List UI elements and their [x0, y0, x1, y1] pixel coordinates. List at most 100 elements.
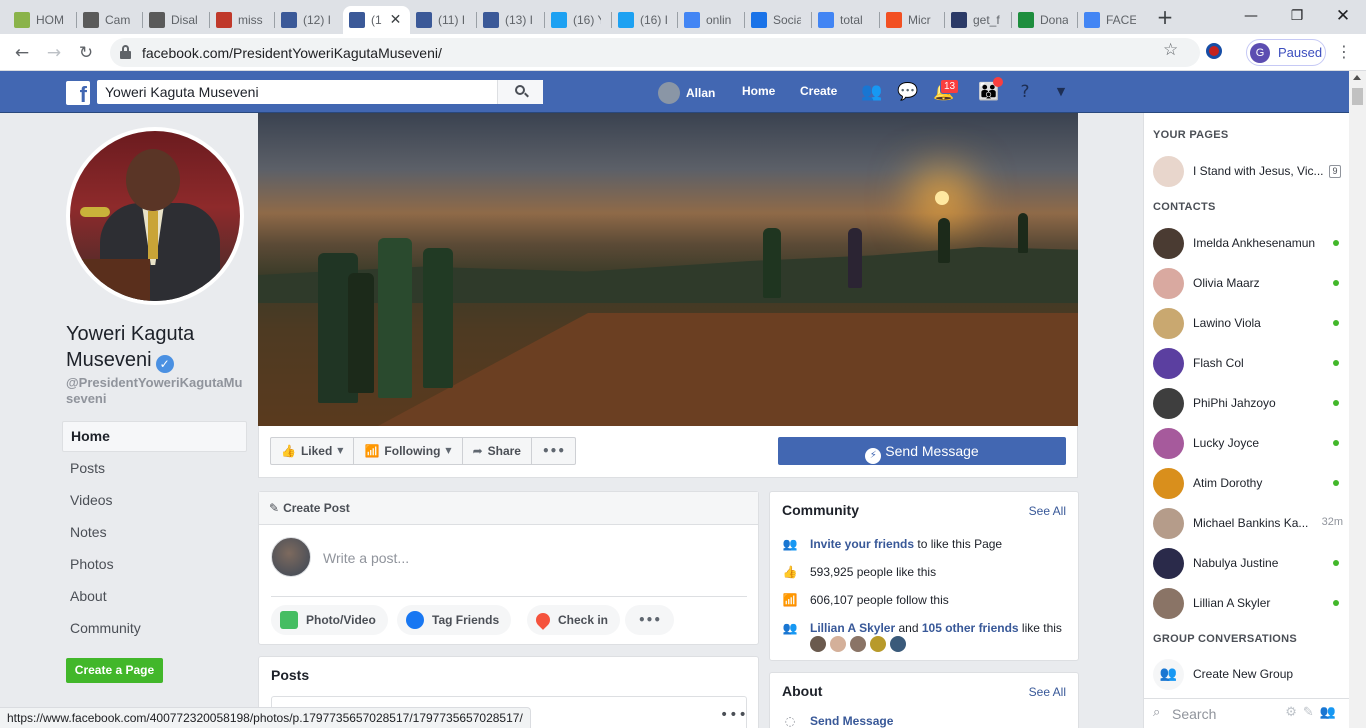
page-scrollbar[interactable]	[1349, 71, 1366, 728]
browser-tab[interactable]: Socia	[745, 6, 807, 34]
close-window-button[interactable]: ✕	[1320, 4, 1366, 28]
browser-tab[interactable]: FACE	[1078, 6, 1142, 34]
browser-tab[interactable]: Disal	[143, 6, 205, 34]
maximize-button[interactable]: ❐	[1274, 4, 1320, 28]
page-title[interactable]: Yoweri Kaguta Museveni ✓	[66, 321, 246, 373]
forward-button[interactable]: →	[43, 42, 65, 64]
share-button[interactable]: ➦ Share	[463, 438, 532, 464]
browser-tab[interactable]: (1 ✕	[343, 6, 410, 34]
friend-requests-icon[interactable]: 👥	[861, 82, 883, 102]
contact-item[interactable]: Olivia Maarz	[1153, 266, 1343, 300]
page-nav-photos[interactable]: Photos	[62, 548, 247, 580]
community-see-all[interactable]: See All	[1029, 504, 1066, 518]
browser-tab[interactable]: get_f	[945, 6, 1007, 34]
following-button[interactable]: 📶 Following ▼	[354, 438, 463, 464]
contact-item[interactable]: PhiPhi Jahzoyo	[1153, 386, 1343, 420]
page-nav-posts[interactable]: Posts	[62, 452, 247, 484]
photo-video-button[interactable]: Photo/Video	[271, 605, 388, 635]
post-options-icon[interactable]: •••	[720, 707, 748, 723]
chrome-menu-icon[interactable]: ⋮	[1336, 42, 1352, 61]
chat-search[interactable]: ⌕ Search ⚙✎👥	[1144, 698, 1350, 728]
community-heading: Community	[782, 502, 859, 518]
friend-avatar[interactable]	[890, 636, 906, 652]
browser-tab[interactable]: HOM	[8, 6, 72, 34]
reload-button[interactable]: ↻	[75, 42, 97, 64]
nav-create[interactable]: Create	[800, 84, 837, 98]
more-options-button[interactable]: •••	[532, 438, 575, 464]
facebook-logo[interactable]: f	[66, 81, 90, 105]
contact-item[interactable]: Flash Col	[1153, 346, 1343, 380]
friend-avatar[interactable]	[810, 636, 826, 652]
browser-tab[interactable]: (16) I	[612, 6, 674, 34]
other-friends-link[interactable]: 105 other friends	[922, 621, 1019, 635]
contact-avatar	[1153, 587, 1184, 619]
contact-item[interactable]: Michael Bankins Ka... 32m	[1153, 506, 1343, 540]
friend-name-link[interactable]: Lillian A Skyler	[810, 621, 895, 635]
friend-avatar[interactable]	[870, 636, 886, 652]
help-icon[interactable]: ?	[1014, 82, 1036, 102]
tab-title: (16) Y	[573, 13, 601, 27]
omnibox[interactable]: facebook.com/PresidentYoweriKagutaMuseve…	[110, 38, 1200, 67]
check-in-button[interactable]: Check in	[527, 605, 621, 635]
contact-item[interactable]: Lucky Joyce	[1153, 426, 1343, 460]
liked-button[interactable]: 👍 Liked ▼	[271, 438, 355, 464]
page-nav-community[interactable]: Community	[62, 612, 247, 644]
nav-home[interactable]: Home	[742, 84, 775, 98]
browser-tab[interactable]: (12) I	[275, 6, 337, 34]
browser-tab[interactable]: Dona	[1012, 6, 1074, 34]
cover-photo[interactable]	[258, 113, 1078, 426]
page-nav-videos[interactable]: Videos	[62, 484, 247, 516]
close-tab-icon[interactable]: ✕	[390, 12, 402, 28]
browser-tab[interactable]: (13) I	[477, 6, 539, 34]
tag-friends-button[interactable]: Tag Friends	[397, 605, 512, 635]
create-new-group-button[interactable]: 👥 Create New Group	[1153, 657, 1343, 691]
bookmark-star-icon[interactable]: ☆	[1163, 40, 1178, 60]
send-message-button[interactable]: ⚡ Send Message	[778, 437, 1066, 465]
create-page-button[interactable]: Create a Page	[66, 658, 163, 683]
invite-friends-link[interactable]: Invite your friends	[810, 537, 914, 551]
likes-count: 593,925 people like this	[810, 565, 937, 579]
contact-item[interactable]: Atim Dorothy	[1153, 466, 1343, 500]
thumbs-up-icon: 👍	[281, 444, 296, 458]
page-handle[interactable]: @PresidentYoweriKagutaMuseveni	[66, 375, 246, 407]
contact-item[interactable]: Lawino Viola	[1153, 306, 1343, 340]
friend-avatar[interactable]	[830, 636, 846, 652]
browser-tab[interactable]: Cam	[77, 6, 139, 34]
contact-item[interactable]: Lillian A Skyler	[1153, 586, 1343, 620]
online-status-dot	[1333, 320, 1339, 326]
url-text[interactable]: facebook.com/PresidentYoweriKagutaMuseve…	[142, 45, 442, 61]
page-nav-notes[interactable]: Notes	[62, 516, 247, 548]
about-send-message[interactable]: Send Message	[810, 714, 893, 728]
your-page-item[interactable]: I Stand with Jesus, Vic... 9	[1153, 154, 1343, 188]
profile-picture[interactable]	[66, 127, 244, 305]
new-tab-button[interactable]: +	[1155, 6, 1175, 28]
contact-name: Lawino Viola	[1193, 316, 1261, 330]
people-icon	[216, 12, 232, 28]
contact-item[interactable]: Imelda Ankhesenamun	[1153, 226, 1343, 260]
profile-link[interactable]: Allan	[658, 82, 715, 104]
about-see-all[interactable]: See All	[1029, 685, 1066, 699]
extension-icon[interactable]	[1206, 43, 1222, 59]
browser-tab[interactable]: Micr	[880, 6, 940, 34]
browser-tab[interactable]: miss	[210, 6, 270, 34]
browser-tab[interactable]: (11) I	[410, 6, 472, 34]
browser-tab[interactable]: onlin	[678, 6, 740, 34]
your-page-name: I Stand with Jesus, Vic...	[1193, 164, 1324, 178]
contact-item[interactable]: Nabulya Justine	[1153, 546, 1343, 580]
friend-avatar[interactable]	[850, 636, 866, 652]
chat-search-input[interactable]: Search	[1172, 706, 1216, 722]
page-nav-about[interactable]: About	[62, 580, 247, 612]
browser-tab[interactable]: (16) Y	[545, 6, 607, 34]
profile-button[interactable]: G Paused	[1246, 39, 1326, 66]
facebook-search-input[interactable]	[97, 80, 543, 104]
page-nav-home[interactable]: Home	[62, 421, 247, 452]
browser-tab[interactable]: total	[812, 6, 874, 34]
search-button[interactable]	[497, 80, 543, 104]
back-button[interactable]: ←	[11, 42, 33, 64]
post-input[interactable]: Write a post...	[323, 550, 409, 566]
minimize-button[interactable]: —	[1228, 4, 1274, 28]
messenger-icon[interactable]: 💬	[897, 82, 919, 102]
composer-more-button[interactable]: •••	[625, 605, 675, 635]
chat-tools-icons[interactable]: ⚙✎👥	[1285, 705, 1342, 720]
account-menu-icon[interactable]: ▼	[1050, 82, 1072, 102]
